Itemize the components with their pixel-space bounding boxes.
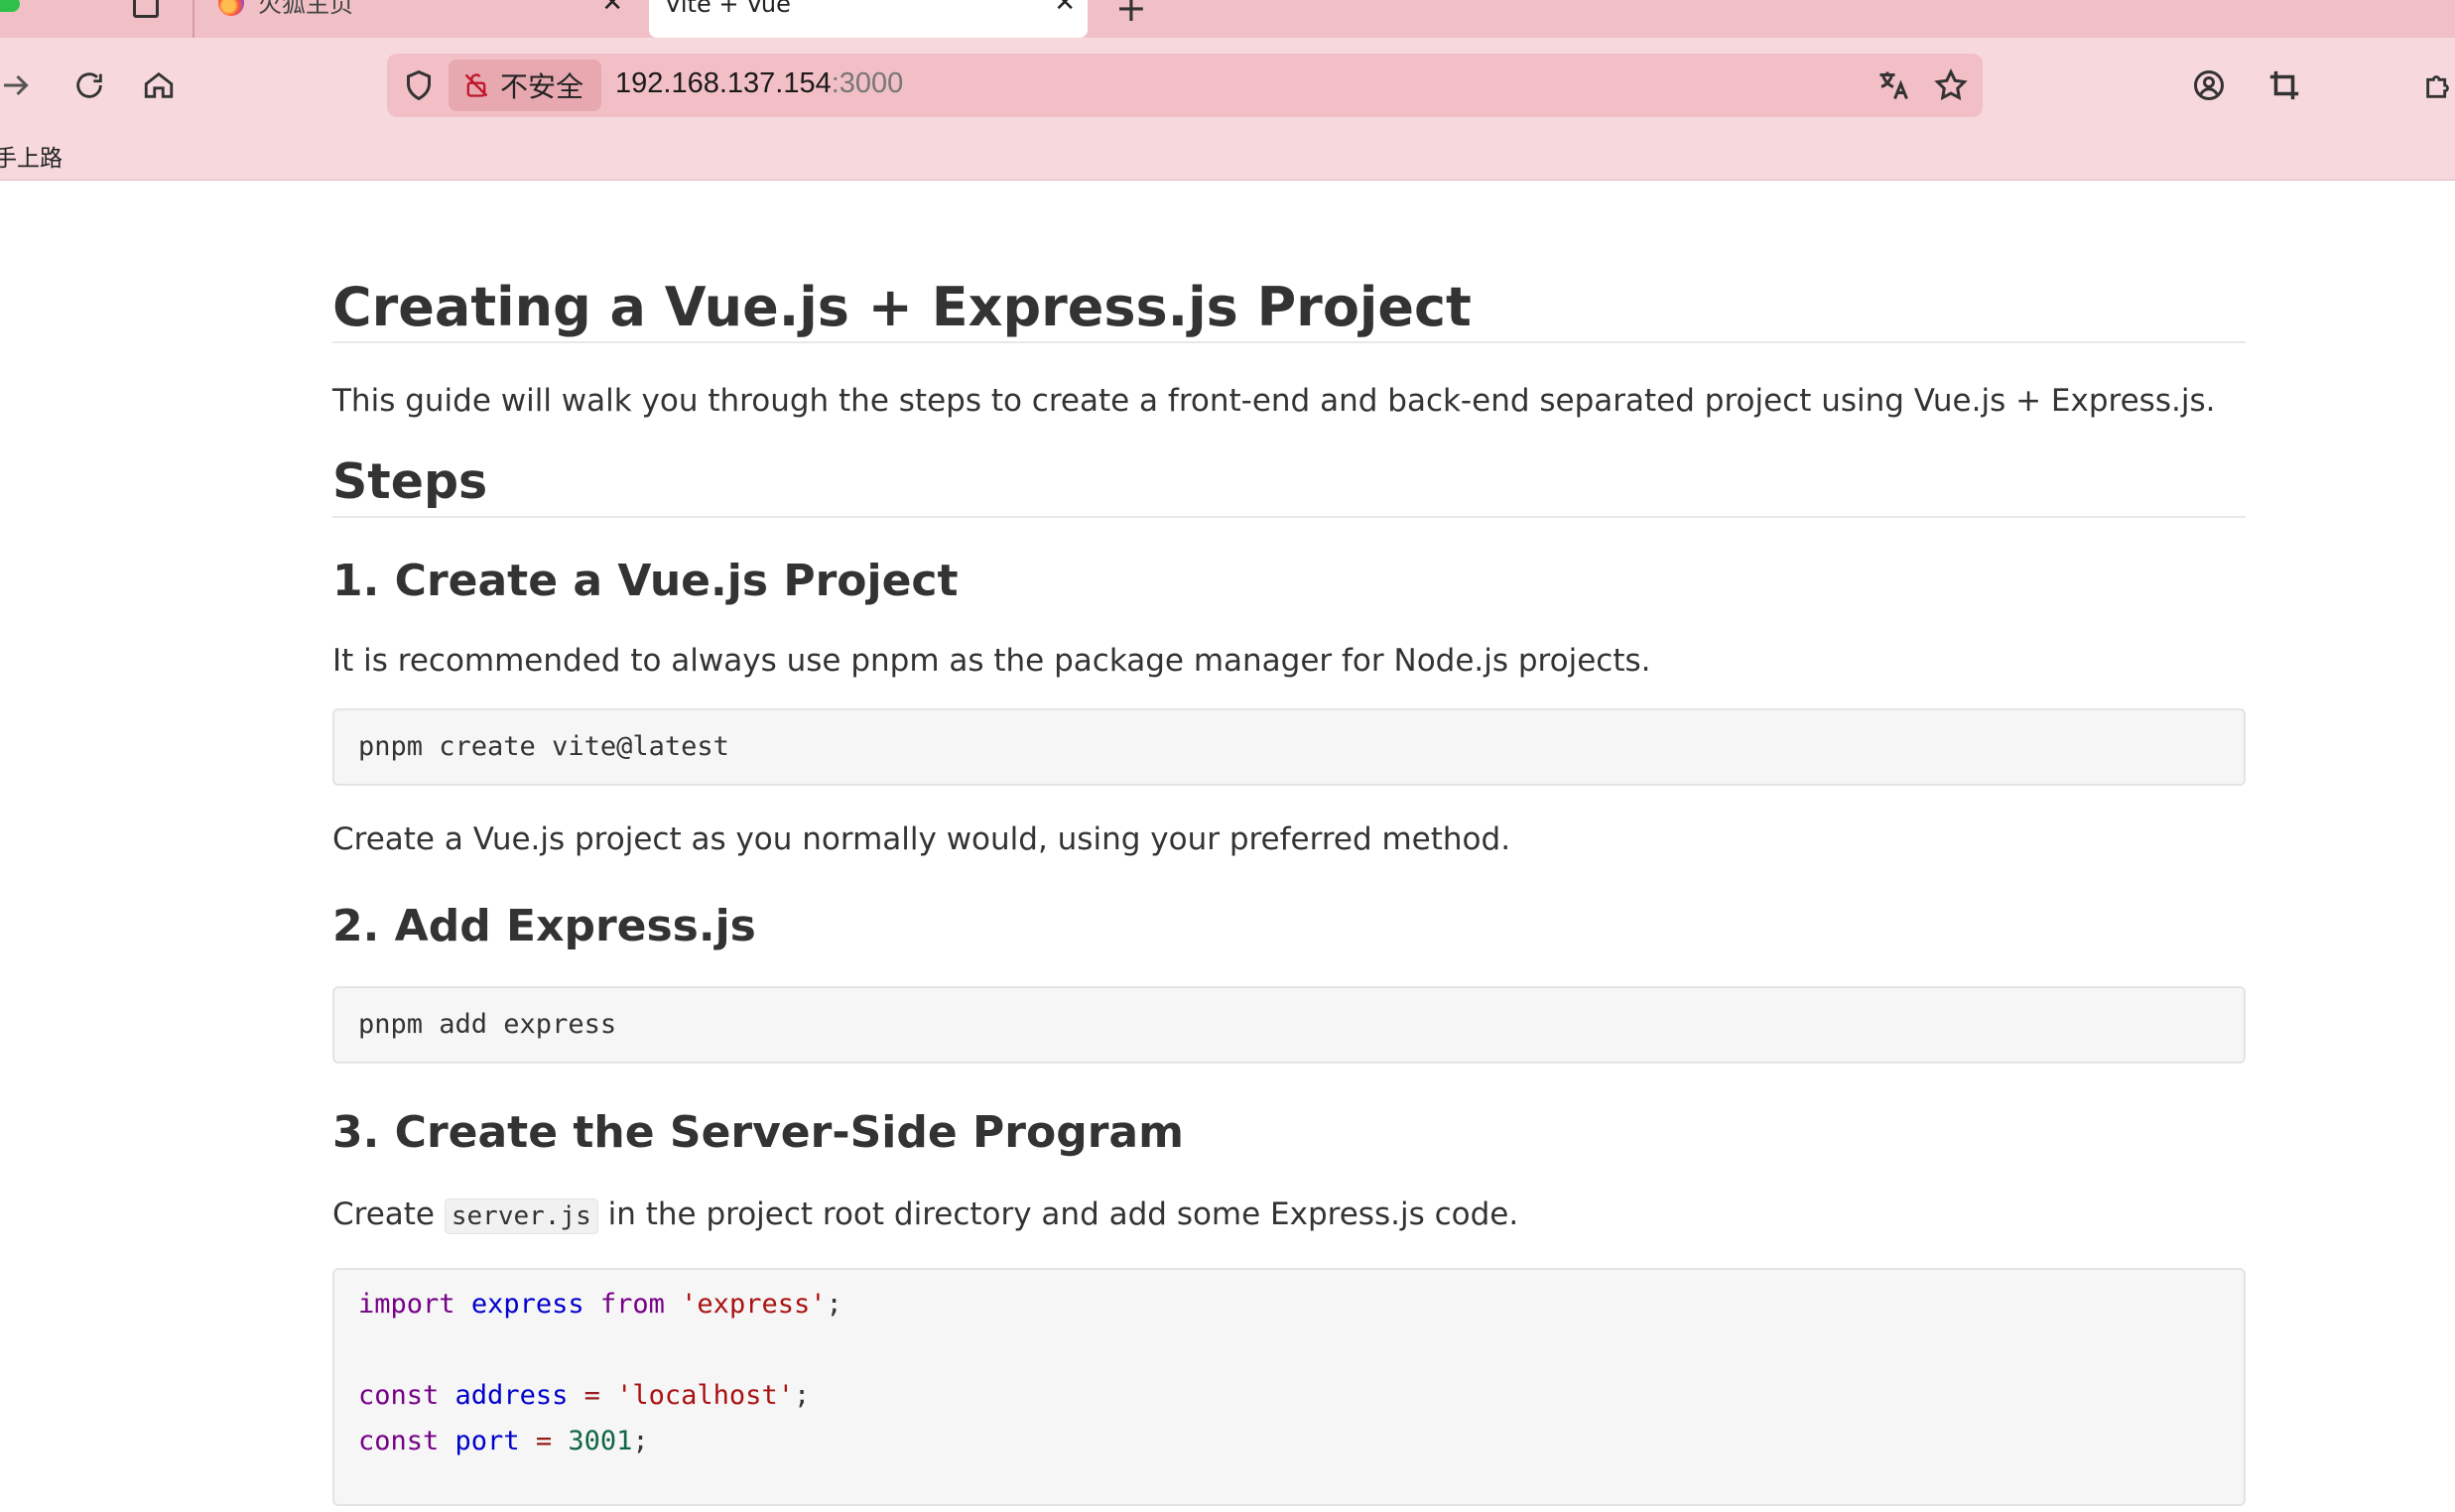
firefox-icon <box>218 0 244 16</box>
step3-heading: 3. Create the Server-Side Program <box>332 1107 1184 1158</box>
reload-icon <box>76 72 102 98</box>
code-token: = <box>583 1380 600 1411</box>
shield-icon[interactable] <box>401 67 437 103</box>
window-maximize-button[interactable] <box>0 0 20 12</box>
account-button[interactable] <box>2187 63 2231 107</box>
translate-icon[interactable] <box>1875 67 1911 103</box>
intro-paragraph: This guide will walk you through the ste… <box>332 383 2216 419</box>
code-token: 'localhost' <box>616 1380 794 1411</box>
code-token: const <box>358 1380 440 1411</box>
browser-chrome: 火狐主页 ✕ Vite + Vue ✕ + 不安全 192.168.137.15… <box>0 0 2455 181</box>
close-icon[interactable]: ✕ <box>601 0 623 16</box>
sidebar-tab-icon[interactable] <box>133 0 159 18</box>
screenshot-button[interactable] <box>2262 63 2306 107</box>
home-button[interactable] <box>137 63 181 107</box>
tab-label: Vite + Vue <box>665 0 791 18</box>
tab-divider <box>193 0 194 38</box>
url-host: 192.168.137.154 <box>615 67 832 99</box>
extensions-button[interactable] <box>2417 63 2455 107</box>
code-token: port <box>454 1426 520 1456</box>
code-line-3: const address = 'localhost'; <box>358 1373 2220 1419</box>
step2-heading: 2. Add Express.js <box>332 901 756 951</box>
close-icon[interactable]: ✕ <box>1054 0 1076 16</box>
step2-code: pnpm add express <box>358 1009 617 1040</box>
code-token: ; <box>826 1289 842 1320</box>
step1-after-text: Create a Vue.js project as you normally … <box>332 821 1511 857</box>
code-line-1: import express from 'express'; <box>358 1282 2220 1327</box>
navigation-toolbar: 不安全 192.168.137.154:3000 <box>0 38 2455 135</box>
server-code-block[interactable]: import express from 'express'; const add… <box>332 1268 2246 1506</box>
code-token: ; <box>632 1426 649 1456</box>
tab-strip: 火狐主页 ✕ Vite + Vue ✕ + <box>0 0 2455 38</box>
home-icon <box>144 71 174 98</box>
url-text[interactable]: 192.168.137.154:3000 <box>615 67 903 100</box>
step1-code: pnpm create vite@latest <box>358 731 729 762</box>
new-tab-button[interactable]: + <box>1115 0 1147 30</box>
reload-button[interactable] <box>67 63 111 107</box>
code-token: 3001 <box>568 1426 633 1456</box>
arrow-right-icon <box>4 74 29 96</box>
crop-icon <box>2269 70 2299 100</box>
insecure-connection-button[interactable]: 不安全 <box>449 60 601 111</box>
step2-code-block[interactable]: pnpm add express <box>332 986 2246 1064</box>
steps-heading: Steps <box>332 452 2246 518</box>
step1-heading: 1. Create a Vue.js Project <box>332 556 959 606</box>
url-bar[interactable]: 不安全 192.168.137.154:3000 <box>387 54 1983 117</box>
code-token: address <box>454 1380 569 1411</box>
code-token: 'express' <box>681 1289 827 1320</box>
tab-firefox-home[interactable]: 火狐主页 ✕ <box>218 0 635 38</box>
code-token: import <box>358 1289 455 1320</box>
url-port: :3000 <box>831 67 904 99</box>
forward-button[interactable] <box>0 63 38 107</box>
code-line-4: const port = 3001; <box>358 1419 2220 1464</box>
security-label: 不安全 <box>500 70 584 103</box>
bookmark-item[interactable]: 手上路 <box>0 139 63 173</box>
account-icon <box>2194 70 2224 100</box>
code-token: ; <box>793 1380 811 1411</box>
step3-text: Create server.js in the project root dir… <box>332 1193 2246 1238</box>
step3-text-after: in the project root directory and add so… <box>597 1197 1519 1232</box>
code-token: = <box>535 1426 553 1456</box>
bookmark-star-icon[interactable] <box>1933 67 1969 103</box>
code-token: const <box>358 1426 440 1456</box>
step1-code-block[interactable]: pnpm create vite@latest <box>332 708 2246 786</box>
step1-text: It is recommended to always use pnpm as … <box>332 643 1651 679</box>
tab-vite-vue[interactable]: Vite + Vue ✕ <box>649 0 1088 38</box>
toolbar-divider <box>0 180 2455 181</box>
code-token: express <box>470 1289 584 1320</box>
step3-text-before: Create <box>332 1197 445 1232</box>
puzzle-icon <box>2426 75 2449 98</box>
broken-lock-icon <box>464 73 488 97</box>
inline-code-filename: server.js <box>444 1198 598 1234</box>
tab-label: 火狐主页 <box>258 0 353 18</box>
code-token: from <box>599 1289 665 1320</box>
page-title: Creating a Vue.js + Express.js Project <box>332 276 2246 343</box>
page-content: Creating a Vue.js + Express.js Project T… <box>332 248 2246 1506</box>
